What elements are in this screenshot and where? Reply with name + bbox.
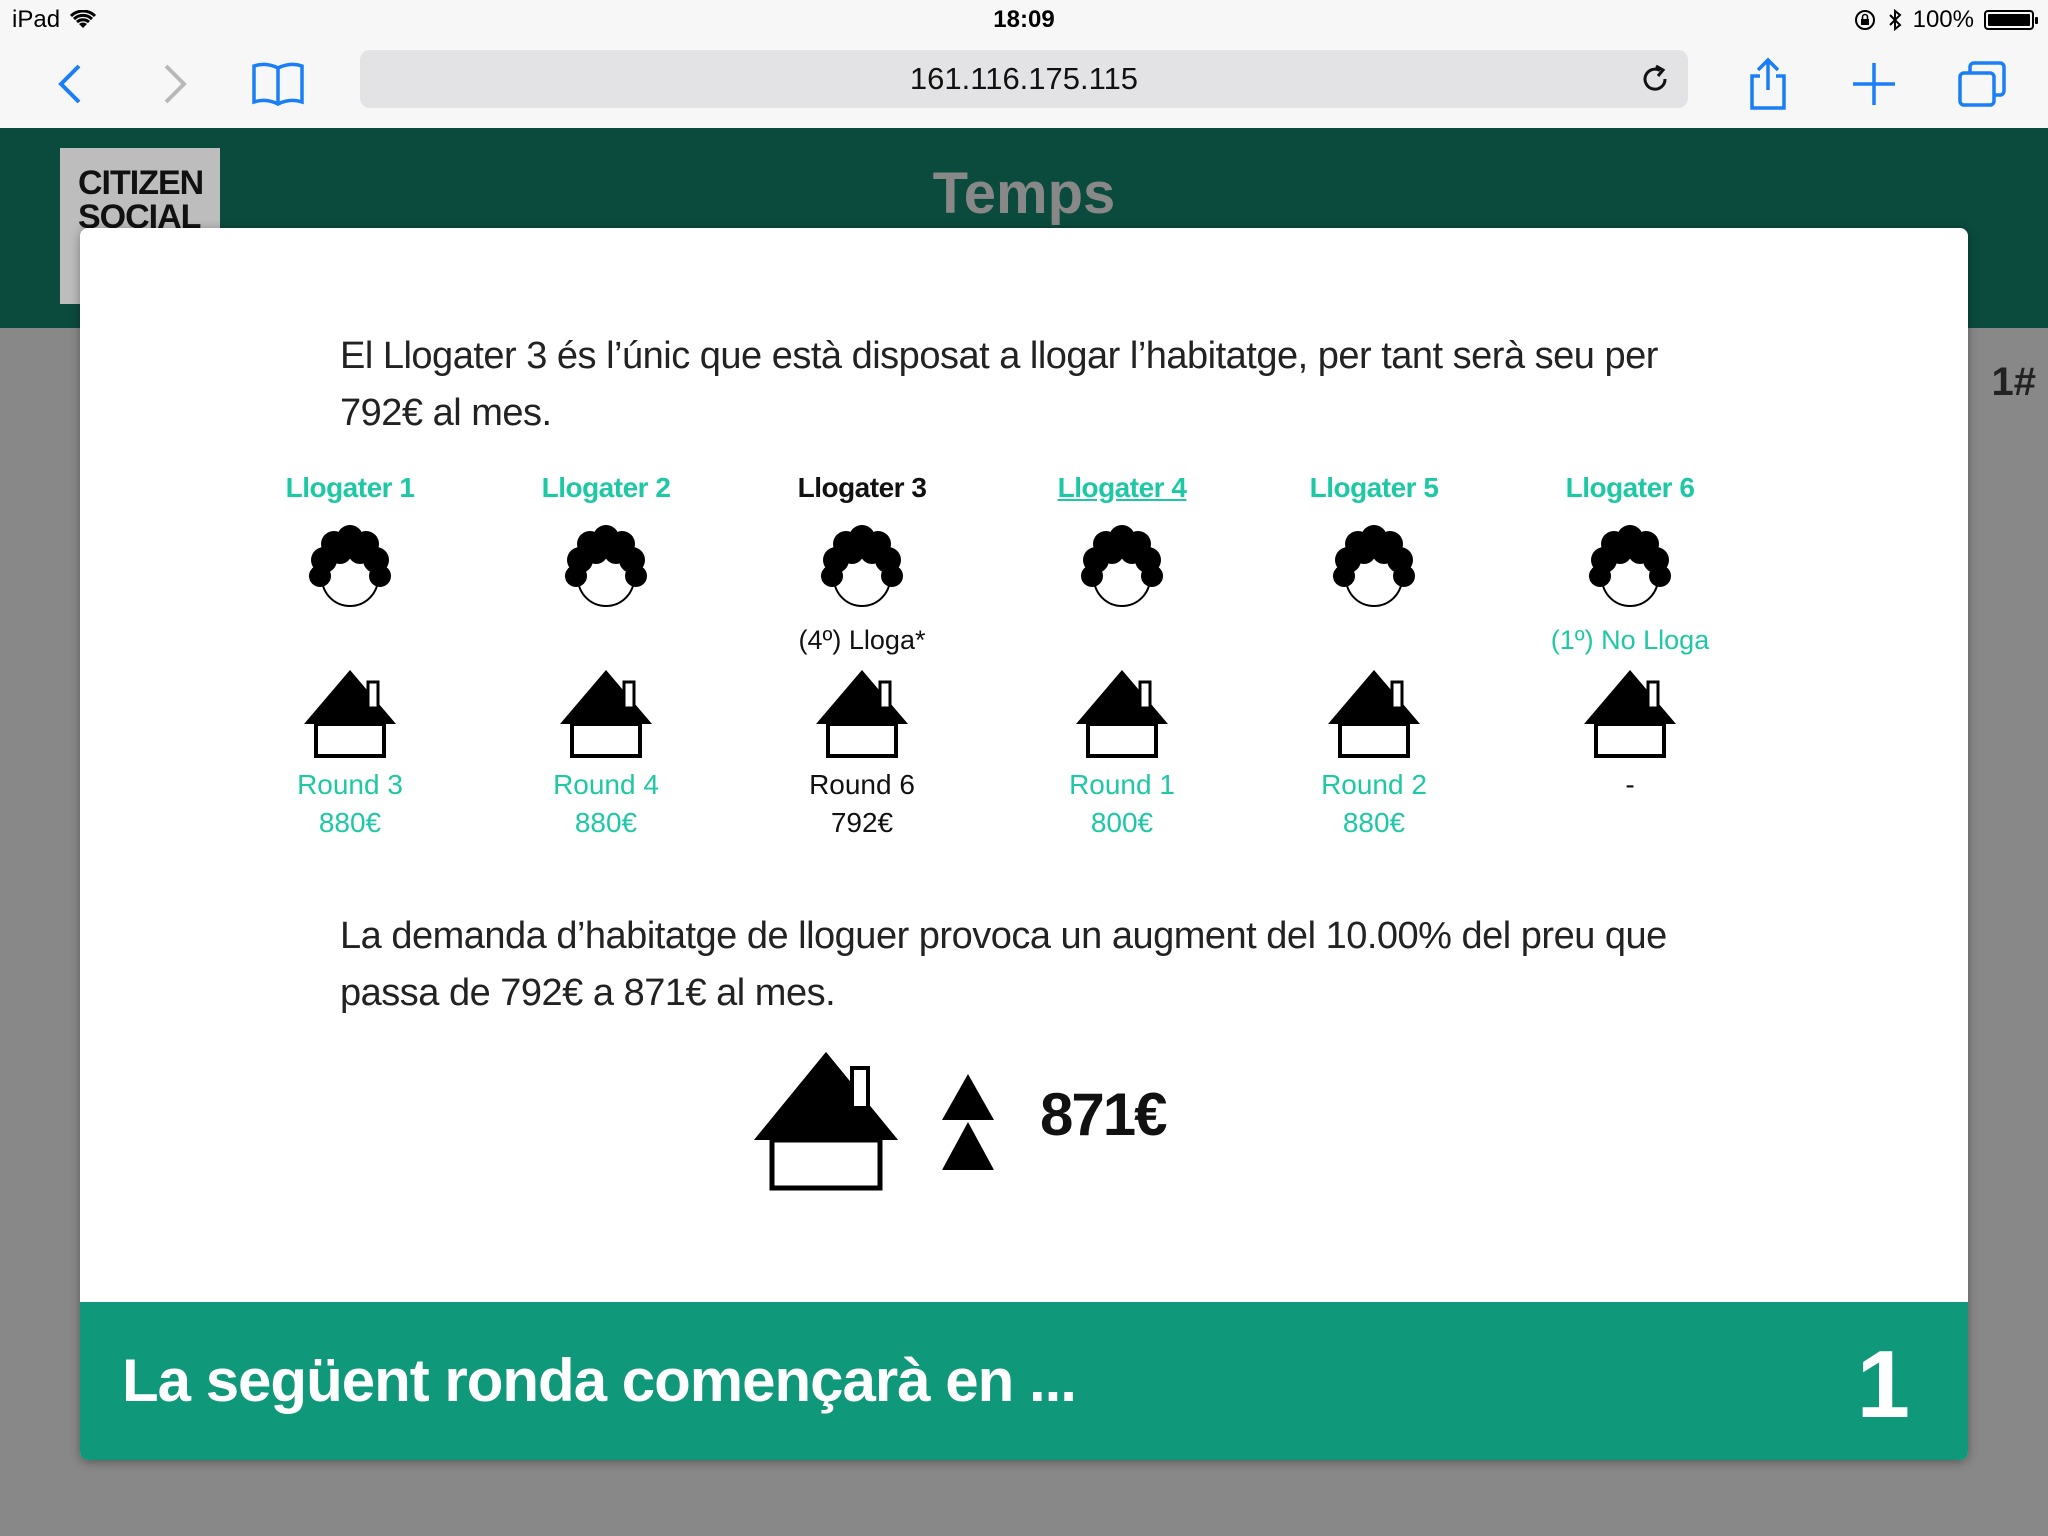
reload-icon[interactable] [1638,62,1672,96]
tabs-icon [1958,61,2006,107]
tenant-card: Llogater 3 (4º) Lloga* Round 6 792€ [732,468,992,842]
tenant-card: Llogater 5 Round 2 880€ [1244,468,1504,842]
house-icon [560,670,652,758]
page-title: Temps [932,161,1116,226]
tenant-status: (4º) Lloga* [798,625,926,655]
new-price: 871€ [1040,1081,1167,1148]
back-button[interactable] [40,54,100,114]
tenant-price: 792€ [830,807,894,838]
status-right: 100% [1853,6,2038,34]
chevron-left-icon [58,64,81,104]
tenant-card: Llogater 1 Round 3 880€ [220,468,480,842]
rotation-lock-icon [1854,10,1875,30]
tenant-price: 800€ [1090,807,1154,838]
tenant-card: Llogater 2 Round 4 880€ [476,468,736,842]
tenant-price: 880€ [574,807,638,838]
side-marker: 1# [1991,360,2037,404]
tenant-status: (1º) No Lloga [1550,625,1710,655]
plus-icon [1853,63,1895,105]
tenant-list: Llogater 1 Round 3 880€ Llogater 2 Round 4 88… [80,468,1968,868]
tenant-price: 880€ [1342,807,1406,838]
round-result-modal: El Llogater 3 és l’únic que està disposa… [80,228,1968,1460]
next-round-banner: La següent ronda començarà en ... 1 [80,1302,1968,1460]
house-icon [816,670,908,758]
house-icon [1584,670,1676,758]
house-icon [754,1052,898,1191]
share-button[interactable] [1738,54,1798,114]
tenant-avatar-icon [309,525,391,607]
tabs-button[interactable] [1952,54,2012,114]
tenant-round: - [1625,769,1635,800]
tenant-name: Llogater 5 [1309,472,1439,503]
bluetooth-icon [1888,8,1902,32]
result-intro-text: El Llogater 3 és l’únic que està disposa… [340,335,1658,434]
tenant-avatar-icon [1333,525,1415,607]
tenant-card: Llogater 6 (1º) No Lloga - [1500,468,1760,842]
tenant-card: Llogater 4 Round 1 800€ [992,468,1252,842]
house-icon [1328,670,1420,758]
price-update: 871€ [80,1048,1968,1198]
status-time: 18:09 [993,6,1055,33]
tenant-avatar-icon [1589,525,1671,607]
tenant-name: Llogater 6 [1565,472,1695,503]
bookmarks-button[interactable] [248,54,308,114]
forward-button[interactable] [145,54,205,114]
house-icon [1076,670,1168,758]
browser-toolbar: 161.116.175.115 [0,40,2048,129]
price-increase-icon [942,1074,994,1170]
house-icon [304,670,396,758]
tenant-round: Round 4 [553,769,659,800]
book-icon [252,62,304,106]
battery-percent: 100% [1912,6,1974,33]
share-icon [1750,57,1786,110]
tenant-name[interactable]: Llogater 4 [1058,468,1187,508]
next-round-message: La següent ronda començarà en ... [122,1347,1077,1414]
tenant-round: Round 1 [1069,769,1175,800]
tenant-round: Round 6 [809,769,915,800]
battery-level [1988,14,2030,26]
tenant-name: Llogater 2 [541,472,671,503]
url-text: 161.116.175.115 [909,61,1139,96]
tenant-price: 880€ [318,807,382,838]
new-tab-button[interactable] [1844,54,1904,114]
tenant-round: Round 3 [297,769,403,800]
tenant-avatar-icon [565,525,647,607]
tenant-name: Llogater 3 [797,472,927,503]
tenant-name: Llogater 1 [285,472,415,503]
address-bar[interactable]: 161.116.175.115 [360,50,1688,108]
tenant-avatar-icon [821,525,903,607]
demand-text: La demanda d’habitatge de lloguer provoc… [340,915,1667,1014]
countdown: 1 [1856,1331,1910,1438]
status-bar: iPad 18:09 100% [0,0,2048,40]
tenant-round: Round 2 [1321,769,1427,800]
battery-icon [1984,10,2038,30]
chevron-right-icon [164,64,187,104]
tenant-avatar-icon [1081,525,1163,607]
